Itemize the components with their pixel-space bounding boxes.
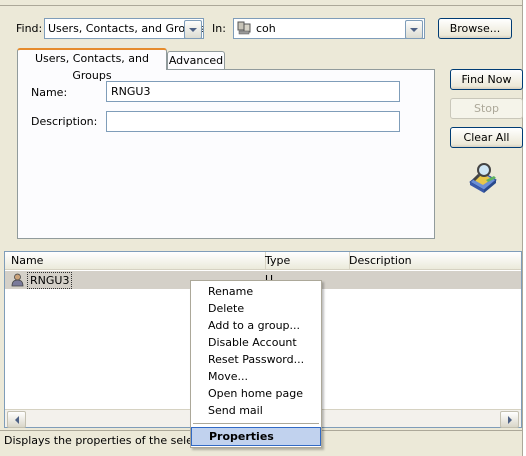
- in-select-value: coh: [256, 22, 276, 35]
- find-select-value: Users, Contacts, and Groups: [48, 22, 204, 35]
- tab-advanced[interactable]: Advanced: [167, 51, 225, 69]
- scroll-right-icon[interactable]: [500, 411, 519, 428]
- column-header-name[interactable]: Name: [5, 252, 266, 269]
- name-field[interactable]: RNGU3: [106, 81, 400, 102]
- context-menu: Rename Delete Add to a group... Disable …: [190, 280, 322, 448]
- find-select[interactable]: Users, Contacts, and Groups: [44, 18, 204, 39]
- find-now-button[interactable]: Find Now: [450, 69, 523, 90]
- clear-all-button[interactable]: Clear All: [450, 127, 523, 148]
- menu-item-move[interactable]: Move...: [191, 368, 321, 385]
- menu-item-open-home-page[interactable]: Open home page: [191, 385, 321, 402]
- description-label: Description:: [31, 115, 98, 128]
- computer-icon: [237, 21, 251, 35]
- find-label: Find:: [16, 22, 43, 35]
- scroll-left-icon[interactable]: [7, 411, 26, 428]
- chevron-down-icon: [189, 27, 197, 32]
- find-dropdown-button[interactable]: [184, 20, 202, 38]
- search-magnifier-icon: [466, 160, 500, 194]
- menu-item-delete[interactable]: Delete: [191, 300, 321, 317]
- in-select[interactable]: coh: [233, 18, 425, 39]
- browse-button[interactable]: Browse...: [438, 18, 512, 39]
- row-name: RNGU3: [27, 272, 73, 289]
- menu-item-add-to-group[interactable]: Add to a group...: [191, 317, 321, 334]
- menu-item-reset-password[interactable]: Reset Password...: [191, 351, 321, 368]
- menu-item-disable-account[interactable]: Disable Account: [191, 334, 321, 351]
- title-bar-edge: [0, 0, 526, 6]
- results-header: Name Type Description: [5, 252, 521, 270]
- name-label: Name:: [31, 86, 68, 99]
- in-dropdown-button[interactable]: [405, 20, 423, 38]
- menu-separator: [193, 423, 319, 424]
- menu-item-send-mail[interactable]: Send mail: [191, 402, 321, 419]
- menu-item-properties[interactable]: Properties: [191, 427, 321, 446]
- description-field[interactable]: [106, 111, 400, 132]
- menu-item-rename[interactable]: Rename: [191, 283, 321, 300]
- in-label: In:: [212, 22, 226, 35]
- window-right-edge: [522, 0, 526, 456]
- column-header-description[interactable]: Description: [343, 252, 526, 269]
- user-icon: [11, 273, 24, 287]
- stop-button[interactable]: Stop: [450, 98, 523, 119]
- tab-users-contacts-groups[interactable]: Users, Contacts, and Groups: [17, 48, 167, 82]
- chevron-down-icon: [410, 27, 418, 32]
- column-header-type[interactable]: Type: [259, 252, 350, 269]
